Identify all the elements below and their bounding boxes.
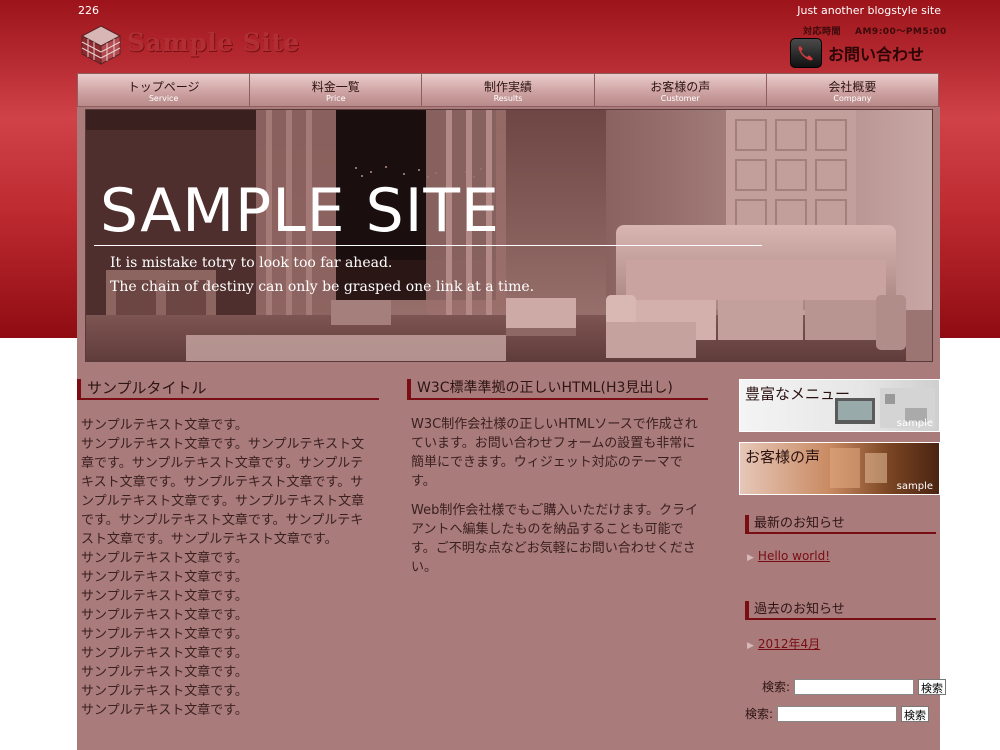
hero-title: SAMPLE SITE [100, 176, 500, 246]
nav-item-results[interactable]: 制作実績 Results [422, 74, 595, 106]
archive-link[interactable]: ▶ 2012年4月 [747, 635, 820, 652]
arrow-bullet-icon: ▶ [747, 553, 754, 563]
contact-button[interactable]: お問い合わせ [790, 38, 942, 68]
hero-banner: SAMPLE SITE It is mistake totry to look … [85, 109, 933, 362]
search-button[interactable]: 検索 [918, 678, 947, 695]
search-button[interactable]: 検索 [901, 705, 930, 722]
middle-column-text: W3C制作会社様の正しいHTMLソースで作成されています。お問い合わせフォームの… [411, 415, 703, 587]
search-input[interactable] [777, 705, 898, 722]
header-id: 226 [78, 4, 99, 17]
text-line: サンプルテキスト文章です。 [81, 589, 248, 604]
middle-column-title: W3C標準準拠の正しいHTML(H3見出し) [407, 379, 708, 400]
text-line: サンプルテキスト文章です。 [81, 684, 248, 699]
customer-banner-label: お客様の声 [745, 448, 821, 466]
text-line: です。サンプルテキスト文章です。サンプルテキ [81, 513, 364, 528]
search-label: 検索: [762, 680, 791, 694]
nav-item-sublabel: Customer [660, 94, 700, 103]
text-line: サンプルテキスト文章です。 [81, 570, 248, 585]
cube-logo-icon [80, 25, 122, 65]
hours-value: AM9:00〜PM5:00 [855, 27, 947, 37]
left-column-title: サンプルタイトル [77, 379, 379, 400]
latest-news-link-label: Hello world! [757, 549, 831, 563]
site-logo[interactable]: Sample Site [80, 24, 320, 66]
business-hours: 対応時間 AM9:00〜PM5:00 [803, 24, 947, 37]
latest-news-title: 最新のお知らせ [745, 515, 936, 534]
nav-item-sublabel: Results [493, 94, 523, 103]
nav-item-sublabel: Company [833, 94, 872, 103]
paragraph: Web制作会社様でもご購入いただけます。クライアントへ編集したものを納品すること… [411, 503, 699, 575]
text-line: 章です。サンプルテキスト文章です。サンプルテ [81, 456, 364, 471]
nav-item-label: お客様の声 [650, 80, 711, 94]
text-line: サンプルテキスト文章です。 [81, 627, 248, 642]
hours-label: 対応時間 [803, 27, 842, 37]
text-line: サンプルテキスト文章です。 [81, 551, 248, 566]
site-logo-text: Sample Site [127, 28, 300, 57]
paragraph: W3C制作会社様の正しいHTMLソースで作成されています。お問い合わせフォームの… [411, 417, 698, 489]
latest-news-link[interactable]: ▶ Hello world! [747, 549, 830, 563]
phone-icon [790, 38, 822, 68]
customer-voice-banner[interactable]: お客様の声 sample [739, 442, 940, 495]
text-line: スト文章です。サンプルテキスト文章です。 [81, 532, 338, 547]
search-form-1: 検索: 検索 [762, 678, 947, 695]
text-line: サンプルテキスト文章です。サンプルテキスト文 [81, 437, 365, 452]
hero-divider [94, 245, 762, 246]
search-form-2: 検索: 検索 [745, 705, 930, 722]
menu-banner[interactable]: 豊富なメニュー sample [739, 379, 940, 432]
nav-item-price[interactable]: 料金一覧 Price [250, 74, 423, 106]
menu-banner-tag: sample [896, 418, 933, 429]
hero-quote-line-1: It is mistake totry to look too far ahea… [110, 255, 393, 271]
text-line: サンプルテキスト文章です。 [81, 665, 248, 680]
text-line: サンプルテキスト文章です。 [81, 646, 248, 661]
text-line: サンプルテキスト文章です。 [81, 608, 248, 623]
nav-item-label: 会社概要 [828, 80, 877, 94]
text-line: サンプルテキスト文章です。 [81, 418, 248, 433]
arrow-bullet-icon: ▶ [747, 641, 754, 651]
nav-item-top[interactable]: トップページ Service [78, 74, 251, 106]
nav-item-sublabel: Service [148, 94, 179, 103]
nav-item-company[interactable]: 会社概要 Company [766, 74, 939, 106]
archive-link-label: 2012年4月 [757, 637, 821, 651]
site-tagline: Just another blogstyle site [797, 4, 941, 17]
nav-item-label: トップページ [127, 80, 200, 94]
text-line: キスト文章です。サンプルテキスト文章です。サ [81, 475, 364, 490]
hero-quote-line-2: The chain of destiny can only be grasped… [110, 279, 535, 295]
search-label: 検索: [745, 707, 774, 721]
nav-item-label: 制作実績 [484, 80, 533, 94]
search-input[interactable] [794, 678, 915, 695]
past-news-title: 過去のお知らせ [745, 601, 936, 620]
text-line: ンプルテキスト文章です。サンプルテキスト文章 [81, 494, 365, 509]
nav-item-customer[interactable]: お客様の声 Customer [594, 74, 767, 106]
menu-banner-label: 豊富なメニュー [745, 385, 851, 403]
contact-label: お問い合わせ [828, 45, 925, 64]
customer-banner-tag: sample [896, 481, 933, 492]
nav-item-label: 料金一覧 [311, 80, 360, 94]
global-nav: トップページ Service 料金一覧 Price 制作実績 Results お… [77, 73, 939, 107]
nav-item-sublabel: Price [326, 94, 346, 103]
text-line: サンプルテキスト文章です。 [81, 703, 248, 718]
left-column-text: サンプルテキスト文章です。 サンプルテキスト文章です。サンプルテキスト文 章です… [81, 416, 371, 720]
